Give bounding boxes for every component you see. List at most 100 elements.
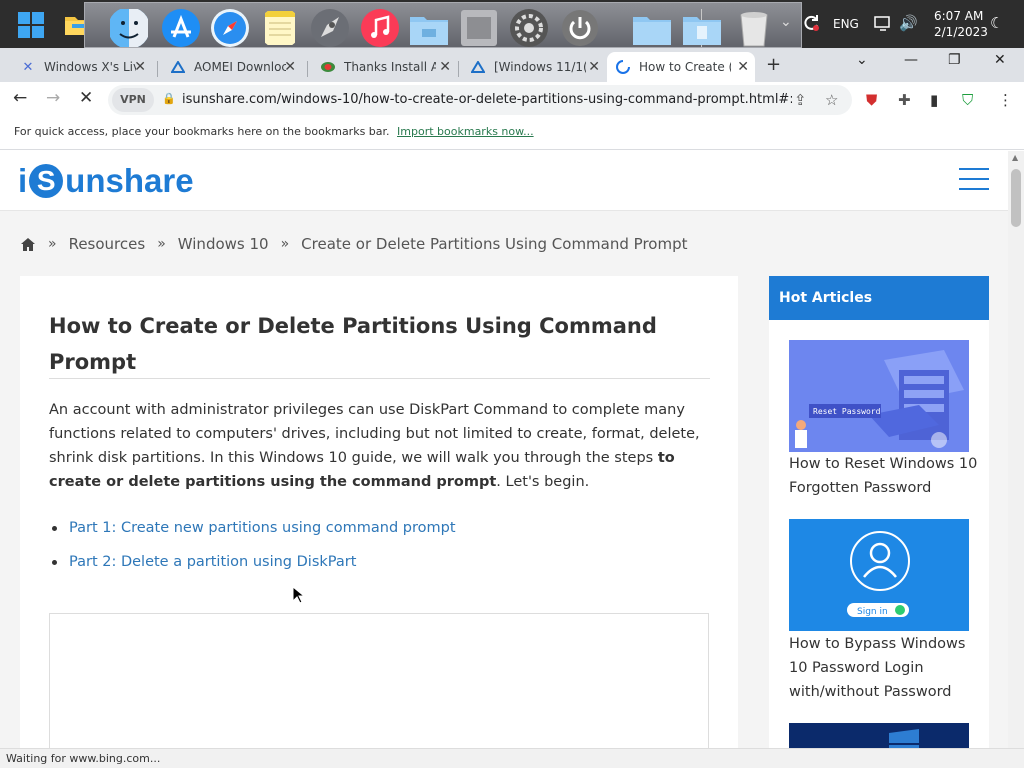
article-card: How to Create or Delete Partitions Using… — [20, 276, 738, 748]
page-scrollbar[interactable]: ▲ — [1008, 151, 1024, 748]
launchpad-icon[interactable] — [309, 7, 351, 49]
mac-dock — [84, 2, 802, 48]
back-button[interactable]: ← — [13, 88, 27, 108]
close-tab-icon[interactable]: ✕ — [284, 59, 296, 75]
hot-article-link-reset-password[interactable]: How to Reset Windows 10 Forgotten Passwo… — [789, 452, 979, 500]
lock-icon[interactable]: 🔒 — [162, 92, 176, 105]
address-bar[interactable]: VPN 🔒 isunshare.com/windows-10/how-to-cr… — [108, 85, 852, 115]
tab-thanks-install[interactable]: Thanks Install A ✕ — [312, 52, 457, 82]
toc-link-part-1[interactable]: Part 1: Create new partitions using comm… — [49, 516, 709, 540]
safari-icon[interactable] — [209, 7, 251, 49]
folder-icon[interactable] — [631, 7, 673, 49]
side-panel-icon[interactable]: ▮ — [930, 91, 938, 109]
bookmark-star-icon[interactable]: ☆ — [825, 91, 838, 109]
hot-articles-heading: Hot Articles — [769, 276, 989, 320]
site-header: i S unshare — [0, 151, 1008, 211]
table-of-contents: Part 1: Create new partitions using comm… — [49, 516, 709, 584]
home-icon[interactable] — [20, 237, 36, 252]
notes-icon[interactable] — [259, 7, 301, 49]
breadcrumb-resources[interactable]: Resources — [69, 235, 146, 253]
windows-x-icon: ✕ — [22, 59, 34, 75]
page-title: How to Create or Delete Partitions Using… — [49, 314, 657, 374]
folder-icon[interactable] — [681, 7, 723, 49]
breadcrumb-windows-10[interactable]: Windows 10 — [178, 235, 269, 253]
trash-icon[interactable] — [733, 7, 775, 49]
new-tab-button[interactable]: + — [766, 54, 781, 75]
windows-start-icon[interactable] — [18, 12, 44, 38]
tab-windows-x[interactable]: ✕ Windows X's Liv ✕ — [12, 52, 152, 82]
notifications-icon[interactable]: ☾ — [990, 14, 1003, 32]
music-icon[interactable] — [359, 7, 401, 49]
tab-how-to-create[interactable]: How to Create ( ✕ — [607, 52, 755, 82]
windows-wallpaper-thumbnail[interactable] — [789, 723, 969, 748]
tab-label: Thanks Install A — [344, 60, 436, 74]
maximize-button[interactable]: ❐ — [948, 52, 961, 68]
chevron-right-icon: » — [157, 236, 166, 252]
mouse-cursor-icon — [292, 586, 304, 604]
stop-loading-button[interactable]: ✕ — [79, 88, 93, 108]
shield-icon[interactable]: ⛉ — [962, 91, 973, 109]
tab-search-icon[interactable]: ⌄ — [856, 52, 868, 68]
close-tab-icon[interactable]: ✕ — [588, 59, 600, 75]
browser-toolbar: ← → ✕ VPN 🔒 isunshare.com/windows-10/how… — [0, 82, 1024, 118]
reset-password-thumbnail[interactable]: Reset Password — [789, 340, 969, 452]
vpn-badge[interactable]: VPN — [112, 88, 154, 112]
url-text[interactable]: isunshare.com/windows-10/how-to-create-o… — [182, 92, 792, 107]
settings-icon[interactable] — [508, 7, 550, 49]
scroll-up-icon[interactable]: ▲ — [1012, 153, 1018, 162]
windows-taskbar: ⌄ ENG 🔊 6:07 AM 2/1/2023 ☾ — [0, 0, 1024, 48]
power-icon[interactable] — [559, 7, 601, 49]
clock-date[interactable]: 2/1/2023 — [934, 25, 988, 39]
tab-strip: ✕ Windows X's Liv ✕ AOMEI Downloc ✕ Than… — [0, 48, 1024, 82]
aomei-icon — [170, 59, 186, 75]
toc-link-part-2[interactable]: Part 2: Delete a partition using DiskPar… — [49, 550, 709, 574]
bypass-login-thumbnail[interactable]: Sign in — [789, 519, 969, 631]
folder-icon[interactable] — [408, 7, 450, 49]
scrollbar-thumb[interactable] — [1011, 169, 1021, 227]
extensions-icon[interactable]: ✚ — [898, 91, 911, 109]
sync-icon[interactable] — [802, 14, 820, 32]
tab-aomei-download[interactable]: AOMEI Downloc ✕ — [162, 52, 302, 82]
screen: ⌄ ENG 🔊 6:07 AM 2/1/2023 ☾ ✕ Windows X's… — [0, 0, 1024, 768]
forward-button[interactable]: → — [46, 88, 60, 108]
intro-paragraph: An account with administrator privileges… — [49, 398, 711, 494]
menu-icon[interactable]: ⋮ — [998, 91, 1013, 109]
logo-text-unshare: unshare — [65, 162, 194, 199]
thumbnail-caption: Sign in — [857, 607, 888, 617]
system-icon[interactable] — [458, 7, 500, 49]
intro-end-text: . Let's begin. — [496, 474, 590, 490]
app-store-icon[interactable] — [160, 7, 202, 49]
share-icon[interactable]: ⇪ — [794, 91, 807, 109]
adblock-icon[interactable]: ⛊ — [866, 91, 877, 109]
close-tab-icon[interactable]: ✕ — [134, 59, 146, 75]
easeus-icon — [320, 59, 336, 75]
status-bar: Waiting for www.bing.com... — [0, 748, 1024, 768]
close-tab-icon[interactable]: ✕ — [439, 59, 451, 75]
close-tab-icon[interactable]: ✕ — [737, 59, 749, 75]
logo-text-i: i — [18, 162, 28, 199]
article-image-placeholder — [49, 613, 709, 748]
tab-windows-11[interactable]: [Windows 11/1( ✕ — [462, 52, 606, 82]
title-divider — [49, 378, 710, 379]
finder-icon[interactable] — [108, 7, 150, 49]
hamburger-menu-icon[interactable] — [959, 168, 989, 190]
volume-icon[interactable]: 🔊 — [899, 14, 918, 32]
import-bookmarks-link[interactable]: Import bookmarks now... — [397, 125, 534, 138]
loading-icon — [615, 59, 631, 75]
network-icon[interactable] — [874, 15, 892, 31]
breadcrumb: » Resources » Windows 10 » Create or Del… — [20, 235, 687, 253]
close-window-button[interactable]: ✕ — [994, 52, 1006, 68]
tab-label: How to Create ( — [639, 60, 731, 74]
hot-article-link-bypass-login[interactable]: How to Bypass Windows 10 Password Login … — [789, 632, 979, 704]
chevron-down-icon[interactable]: ⌄ — [780, 14, 792, 30]
bookmarks-hint: For quick access, place your bookmarks h… — [14, 125, 390, 138]
minimize-button[interactable]: — — [904, 52, 918, 68]
intro-text: An account with administrator privileges… — [49, 402, 700, 466]
aomei-icon — [470, 59, 486, 75]
bookmarks-bar: For quick access, place your bookmarks h… — [0, 118, 1024, 150]
clock-time[interactable]: 6:07 AM — [934, 9, 983, 23]
language-indicator[interactable]: ENG — [833, 17, 859, 31]
web-page: i S unshare » Resources » Windows 10 » C… — [0, 151, 1008, 748]
isunshare-logo[interactable]: i S unshare — [18, 161, 194, 201]
breadcrumb-current: Create or Delete Partitions Using Comman… — [301, 235, 688, 253]
